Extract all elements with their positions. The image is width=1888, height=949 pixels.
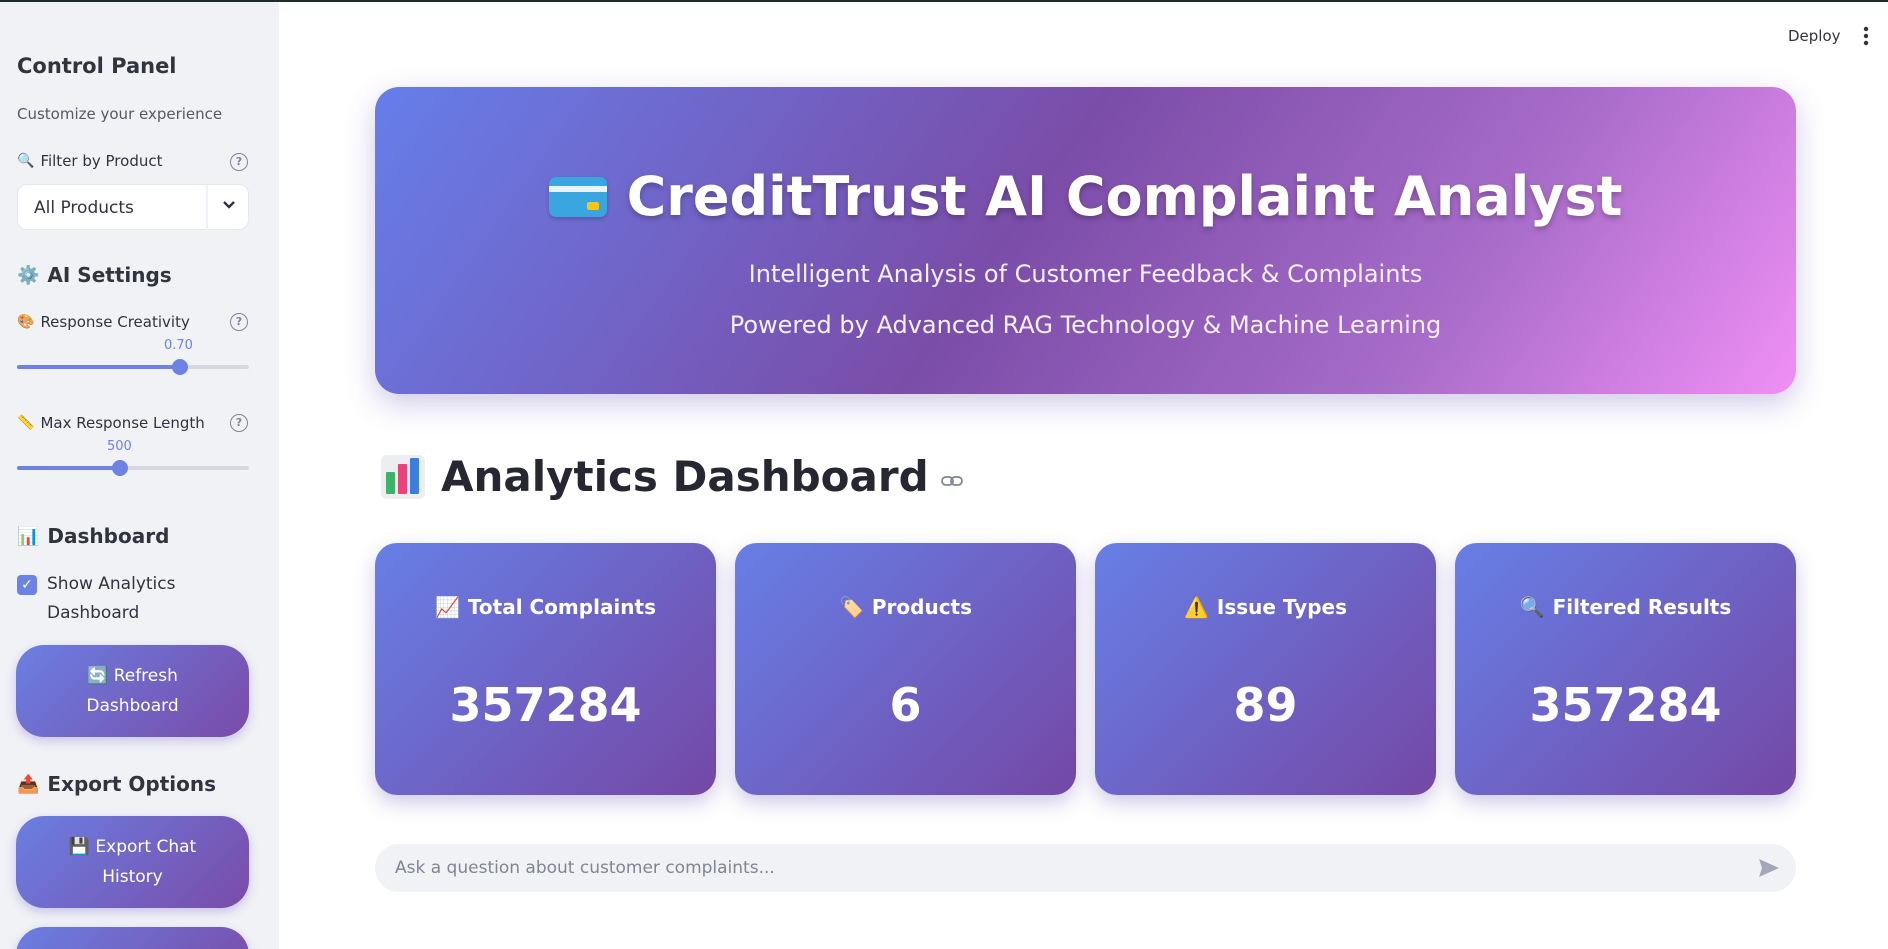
hero-title: CreditTrust AI Complaint Analyst — [375, 165, 1796, 228]
hero-subtitle-2: Powered by Advanced RAG Technology & Mac… — [729, 311, 1442, 339]
ai-settings-heading-text: AI Settings — [47, 263, 172, 287]
magnifier-icon: 🔍 — [17, 153, 35, 169]
analytics-heading-text: Analytics Dashboard — [441, 452, 929, 501]
metric-card-total-complaints: 📈 Total Complaints 357284 — [375, 543, 716, 795]
hero-title-text: CreditTrust AI Complaint Analyst — [626, 165, 1623, 228]
max-length-help-icon[interactable]: ? — [230, 414, 248, 432]
outbox-tray-icon: 📤 — [17, 773, 40, 795]
creativity-value: 0.70 — [164, 338, 193, 353]
filter-help-icon[interactable]: ? — [230, 153, 248, 171]
metric-label: 📈 Total Complaints — [375, 595, 716, 619]
hero-subtitle-1: Intelligent Analysis of Customer Feedbac… — [748, 260, 1423, 288]
filter-label-text: Filter by Product — [40, 152, 163, 170]
tag-icon: 🏷️ — [838, 595, 864, 619]
show-dashboard-checkbox[interactable]: ✓ — [17, 575, 37, 595]
metric-card-products: 🏷️ Products 6 — [735, 543, 1076, 795]
metric-label-text: Filtered Results — [1552, 595, 1732, 619]
ruler-icon: 📏 — [17, 415, 35, 431]
metric-card-filtered-results: 🔍 Filtered Results 357284 — [1455, 543, 1796, 795]
export-chat-history-label: Export Chat History — [95, 837, 197, 887]
hero-banner: CreditTrust AI Complaint Analyst Intelli… — [375, 87, 1796, 394]
creativity-label-text: Response Creativity — [40, 313, 190, 331]
deploy-button[interactable]: Deploy — [1788, 27, 1841, 45]
metric-label: 🏷️ Products — [735, 595, 1076, 619]
product-select[interactable]: All Products — [17, 184, 249, 231]
metric-value: 89 — [1233, 678, 1298, 732]
dashboard-heading: 📊 Dashboard — [17, 524, 169, 548]
creativity-help-icon[interactable]: ? — [230, 313, 248, 331]
magnifier-icon: 🔍 — [1519, 595, 1545, 619]
warning-icon: ⚠️ — [1183, 595, 1209, 619]
chevron-down-icon[interactable] — [214, 195, 244, 221]
send-icon[interactable] — [1757, 857, 1781, 879]
creativity-label: 🎨 Response Creativity — [17, 313, 190, 331]
dashboard-heading-text: Dashboard — [47, 524, 170, 548]
metric-label: ⚠️ Issue Types — [1095, 595, 1436, 619]
sidebar-subtitle: Customize your experience — [17, 105, 223, 123]
max-length-slider[interactable] — [17, 460, 249, 476]
analytics-heading: Analytics Dashboard — [381, 452, 963, 501]
sidebar-title: Control Panel — [17, 54, 177, 78]
metric-label-text: Total Complaints — [467, 595, 656, 619]
floppy-disk-icon: 💾 — [68, 837, 90, 857]
export-options-heading-text: Export Options — [47, 772, 217, 796]
bar-chart-icon — [381, 454, 425, 499]
sidebar-extra-button[interactable] — [16, 927, 249, 949]
ai-settings-heading: ⚙️ AI Settings — [17, 263, 172, 287]
max-length-value: 500 — [107, 439, 132, 454]
metric-value: 6 — [889, 678, 922, 732]
show-dashboard-label: Show Analytics Dashboard — [47, 574, 176, 623]
metric-card-issue-types: ⚠️ Issue Types 89 — [1095, 543, 1436, 795]
creativity-slider[interactable] — [17, 359, 249, 375]
product-select-value: All Products — [34, 198, 134, 218]
max-length-slider-thumb[interactable] — [112, 460, 128, 476]
max-length-label-text: Max Response Length — [40, 414, 205, 432]
metric-label: 🔍 Filtered Results — [1455, 595, 1796, 619]
chat-input[interactable] — [395, 844, 1715, 892]
export-chat-history-button[interactable]: 💾 Export Chat History — [16, 816, 249, 908]
metric-label-text: Products — [871, 595, 973, 619]
max-length-label: 📏 Max Response Length — [17, 414, 205, 432]
sidebar: Control Panel Customize your experience … — [0, 2, 279, 949]
kebab-menu-icon[interactable] — [1862, 26, 1870, 48]
metric-value: 357284 — [1529, 678, 1722, 732]
export-options-heading: 📤 Export Options — [17, 772, 216, 796]
chat-input-bar — [375, 844, 1796, 892]
creativity-slider-thumb[interactable] — [172, 359, 188, 375]
max-length-slider-fill — [17, 466, 120, 470]
metric-value: 357284 — [449, 678, 642, 732]
top-border — [0, 0, 1888, 2]
gear-icon: ⚙️ — [17, 264, 40, 286]
chart-increasing-icon: 📈 — [435, 595, 460, 619]
credit-card-icon — [548, 176, 607, 217]
palette-icon: 🎨 — [17, 314, 35, 330]
anchor-link-icon[interactable] — [940, 468, 963, 493]
creativity-slider-fill — [17, 365, 180, 369]
bar-chart-icon: 📊 — [17, 525, 40, 547]
refresh-icon: 🔄 — [87, 666, 109, 686]
refresh-dashboard-button[interactable]: 🔄 Refresh Dashboard — [16, 645, 249, 737]
metric-label-text: Issue Types — [1216, 595, 1347, 619]
filter-label: 🔍 Filter by Product — [17, 152, 162, 170]
select-divider — [206, 185, 208, 231]
